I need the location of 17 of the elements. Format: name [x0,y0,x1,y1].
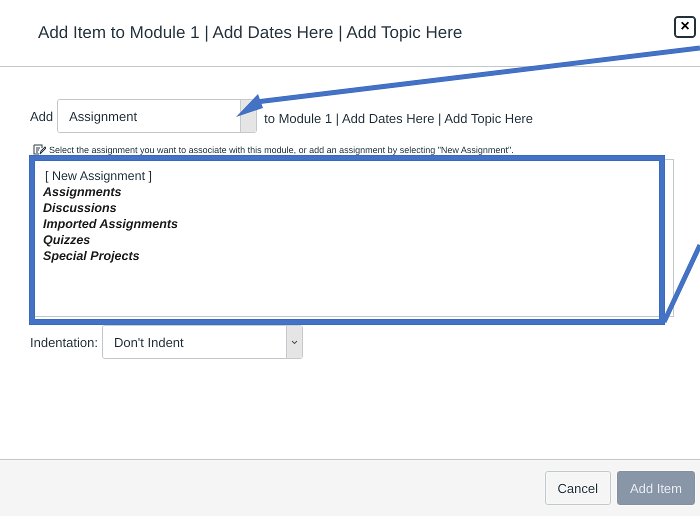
close-button[interactable]: × [674,16,696,38]
list-option[interactable]: [ New Assignment ] [43,168,154,184]
indentation-select[interactable]: Don't Indent [102,325,303,359]
group-heading: Discussions [43,200,117,216]
edit-icon [33,144,46,155]
type-select[interactable]: Assignment [57,99,258,133]
cancel-button[interactable]: Cancel [544,471,611,505]
group-heading: Quizzes [43,232,90,248]
group-heading: Special Projects [43,248,140,264]
module-label: to Module 1 | Add Dates Here | Add Topic Here [263,110,533,126]
caret-icon [290,340,298,344]
add-label: Add [30,108,54,124]
group-heading: Imported Assignments [43,216,178,232]
dialog-title: Add Item to Module 1 | Add Dates Here | Add Topic Here [38,23,462,43]
indentation-label: Indentation: [30,334,98,350]
hint-text: Select the assignment you want to associate with this module, or add an assignment by selecting "New Assignment". [49,144,514,154]
group-heading: Assignments [43,184,122,200]
